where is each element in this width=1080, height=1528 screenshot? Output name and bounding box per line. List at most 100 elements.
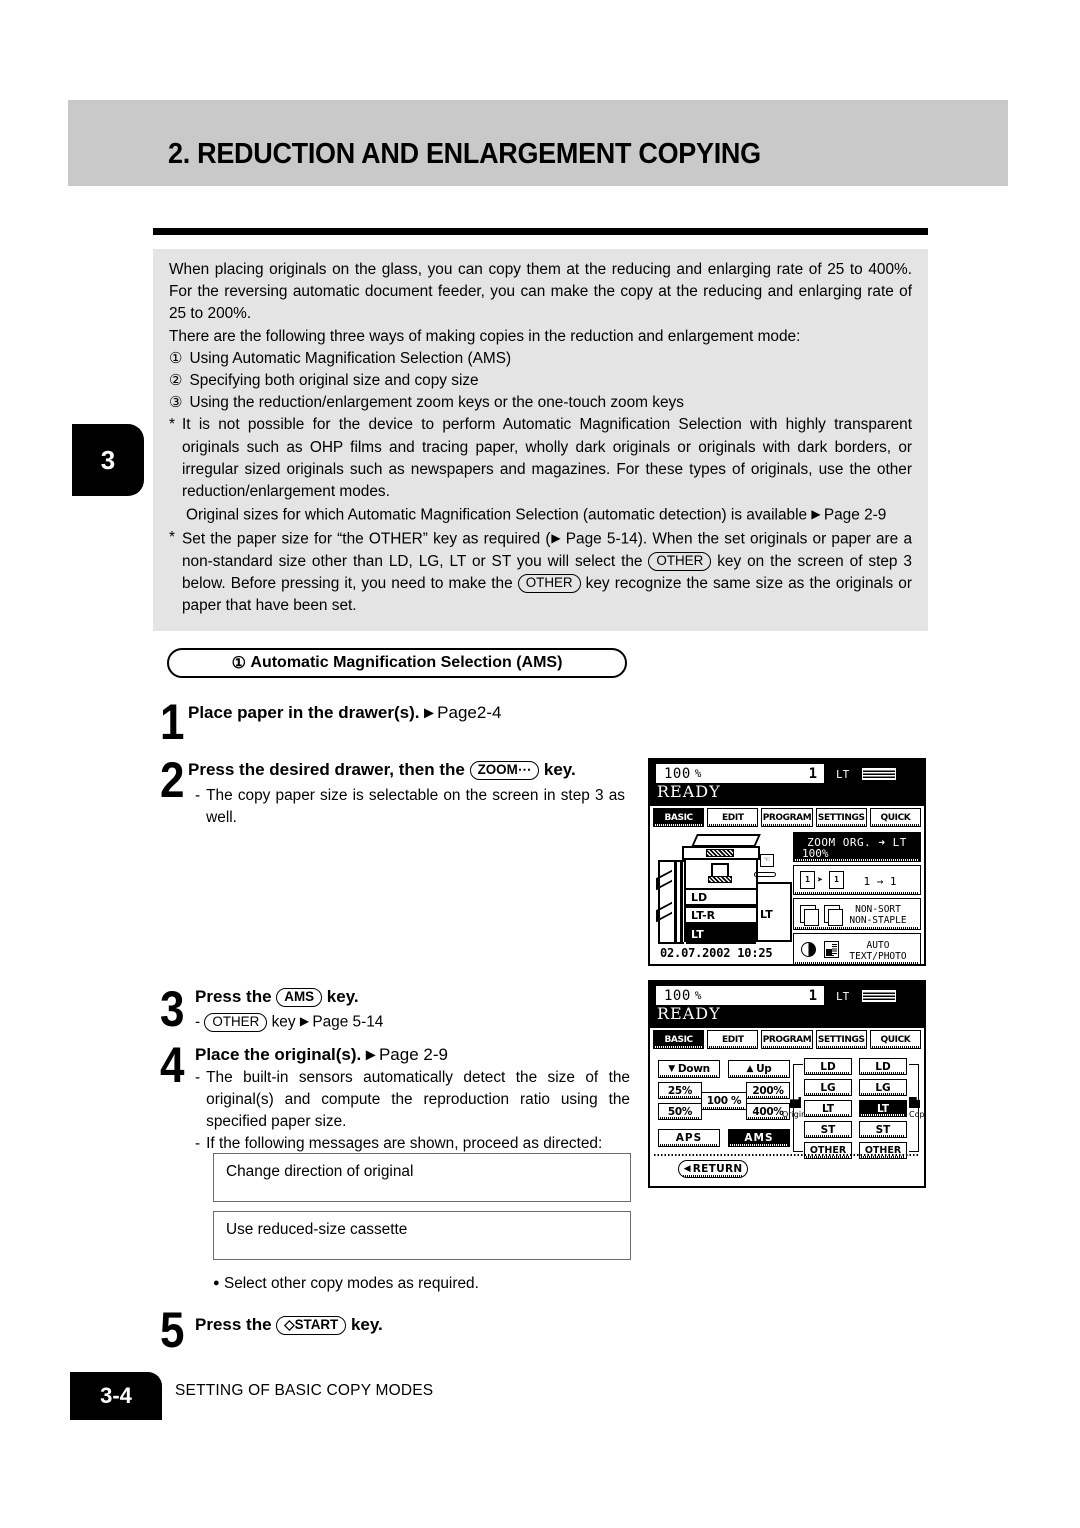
lcd2-tab-basic[interactable]: BASIC [653, 1030, 705, 1049]
other-key-inline-1: OTHER [648, 551, 712, 571]
chevron-down-icon: ▼ [668, 1064, 675, 1074]
zoom-200-button[interactable]: 200% [746, 1082, 790, 1099]
page-arrow-icon: ▶ [366, 1047, 375, 1062]
copier-illustration[interactable]: ☜ LD LT-R LT LT 02.07.2002 10:25 [656, 832, 792, 960]
note-2-page: Page 5-14 [565, 530, 638, 548]
start-key-inline: ◇START [276, 1316, 347, 1335]
note-1-text: It is not possible for the device to per… [182, 416, 912, 501]
lcd1-tab-settings[interactable]: SETTINGS [815, 808, 867, 827]
chevron-left-icon: ◀ [683, 1164, 691, 1174]
copy-brace [909, 1064, 919, 1152]
zoom-down-label: Down [677, 1063, 710, 1075]
step-1-page-ref: Page2-4 [437, 703, 502, 722]
lcd1-zoom-button[interactable]: ZOOM ORG. ➜ LT 100% [793, 832, 921, 862]
paper-tray-icon [862, 990, 896, 1002]
original-size-lg[interactable]: LG [804, 1079, 852, 1096]
lcd1-tab-basic[interactable]: BASIC [653, 808, 705, 827]
lcd1-paper-label: LT [836, 768, 850, 781]
step-5-title-text-a: Press the [195, 1315, 272, 1334]
lcd1-image-mode-button[interactable]: AUTO TEXT/PHOTO [793, 933, 921, 964]
intro-note-2: * Set the paper size for “the OTHER” key… [169, 527, 912, 617]
step-2-title-text-a: Press the desired drawer, then the [188, 760, 465, 779]
zoom-25-button[interactable]: 25% [658, 1082, 702, 1099]
copier-exit-tray [754, 872, 776, 877]
copy-size-lg[interactable]: LG [859, 1079, 907, 1096]
drawer-lt-selected[interactable]: LT [686, 924, 756, 944]
lcd2-ratio-value: 100 [664, 987, 691, 1004]
aps-button[interactable]: APS [658, 1129, 720, 1147]
note-1-sub-page: Page 2-9 [823, 506, 887, 524]
zoom-100-button[interactable]: 100 % [701, 1092, 747, 1110]
right-arrow-icon: ➤ [817, 875, 824, 886]
original-size-other[interactable]: OTHER [804, 1142, 852, 1159]
zoom-down-button[interactable]: ▼ Down [658, 1060, 720, 1078]
copier-rail-2 [680, 860, 683, 944]
drawer-lt-r[interactable]: LT-R [686, 906, 756, 924]
bullet-marker: - [195, 1069, 201, 1086]
lcd1-tab-program[interactable]: PROGRAM [761, 808, 813, 827]
step-4-bullet-3: ● Select other copy modes as required. [213, 1275, 479, 1293]
bullet-marker: - [195, 1013, 201, 1031]
lcd2-tab-quick[interactable]: QUICK [869, 1030, 922, 1049]
bypass-paper-label: LT [760, 908, 773, 921]
copy-size-ld[interactable]: LD [859, 1058, 907, 1075]
step-4-body: - The built-in sensors automatically det… [195, 1067, 630, 1155]
page-arrow-icon: ▶ [299, 1014, 309, 1028]
list-text: Using the reduction/enlargement zoom key… [189, 394, 684, 412]
lcd1-duplex-button[interactable]: 1 ➤ 1 1 → 1 [793, 865, 921, 895]
drawer-ld[interactable]: LD [686, 888, 756, 906]
lcd2-paper-label: LT [836, 990, 850, 1003]
zoom-up-button[interactable]: ▲ Up [728, 1060, 790, 1078]
step-1-title-text: Place paper in the drawer(s). [188, 703, 420, 722]
lcd1-tab-edit[interactable]: EDIT [707, 808, 759, 827]
ams-button[interactable]: AMS [728, 1129, 790, 1147]
lcd1-zoom-line2: 100% [802, 847, 829, 860]
zoom-50-button[interactable]: 50% [658, 1103, 702, 1120]
step-5-title-text-b: key. [350, 1315, 383, 1334]
note-1-sub-text: Original sizes for which Automatic Magni… [186, 506, 808, 524]
lcd-screen-zoom[interactable]: 100 % 1 LT READY BASIC EDIT PROGRAM SETT… [648, 980, 926, 1188]
density-icon [801, 942, 816, 957]
bypass-hand-icon: ☜ [760, 854, 774, 867]
copy-size-other[interactable]: OTHER [859, 1142, 907, 1159]
lcd1-tab-quick[interactable]: QUICK [869, 808, 922, 827]
list-marker: ② [169, 372, 183, 390]
copy-label: Copy [909, 1110, 925, 1119]
page-arrow-icon: ▶ [550, 530, 561, 545]
zoom-key-inline: ZOOM⋯ [469, 761, 540, 780]
step-3-title-text-b: key. [326, 987, 359, 1006]
original-size-lt[interactable]: LT [804, 1100, 852, 1117]
lcd-screen-basic[interactable]: 100 % 1 LT READY BASIC EDIT PROGRAM SETT… [648, 758, 926, 966]
lcd1-datetime: 02.07.2002 10:25 [660, 946, 773, 960]
step-2-bullet-text: The copy paper size is selectable on the… [206, 787, 625, 826]
original-size-ld[interactable]: LD [804, 1058, 852, 1075]
return-button[interactable]: ◀ RETURN [678, 1160, 748, 1178]
sort-sheet-icon-1 [800, 905, 819, 926]
lcd1-tab-row: BASIC EDIT PROGRAM SETTINGS QUICK [653, 808, 922, 827]
step-number-3: 3 [160, 981, 185, 1037]
return-label: RETURN [692, 1163, 743, 1175]
intro-list-item: ② Specifying both original size and copy… [169, 370, 912, 392]
lcd2-tab-settings[interactable]: SETTINGS [815, 1030, 867, 1049]
step-3-title-text-a: Press the [195, 987, 272, 1006]
section-marker: ① [231, 655, 246, 672]
bullet-marker: - [195, 787, 201, 804]
step-3-bullet-text: key [271, 1013, 296, 1031]
lcd2-tab-edit[interactable]: EDIT [707, 1030, 759, 1049]
lcd2-tab-row: BASIC EDIT PROGRAM SETTINGS QUICK [653, 1030, 922, 1049]
lcd2-tab-program[interactable]: PROGRAM [761, 1030, 813, 1049]
copy-size-lt-selected[interactable]: LT [859, 1100, 907, 1117]
step-2-title-text-b: key. [543, 760, 576, 779]
copy-size-st[interactable]: ST [859, 1121, 907, 1138]
step-4-bullet-1: The built-in sensors automatically detec… [206, 1069, 630, 1130]
original-sheet-icon: 1 [800, 871, 815, 889]
lcd1-image-line1: AUTO [866, 940, 890, 951]
step-number-5: 5 [160, 1302, 185, 1358]
filled-bullet-icon: ● [213, 1277, 220, 1289]
lcd1-finisher-button[interactable]: NON-SORT NON-STAPLE [793, 898, 921, 930]
step-3-title: Press the AMS key. [195, 985, 615, 1008]
footer-section-title: SETTING OF BASIC COPY MODES [175, 1382, 434, 1399]
original-size-st[interactable]: ST [804, 1121, 852, 1138]
intro-box: When placing originals on the glass, you… [153, 249, 928, 632]
message-box-1: Change direction of original [213, 1153, 631, 1202]
